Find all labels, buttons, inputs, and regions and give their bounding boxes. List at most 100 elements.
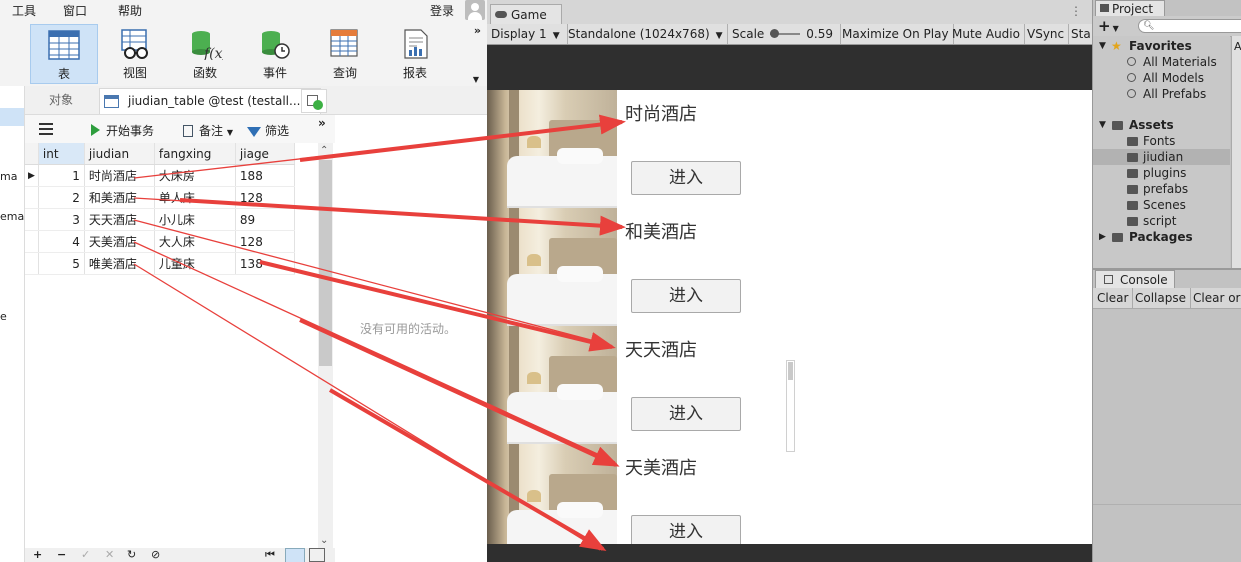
hotel-list-scrollbar-thumb[interactable] bbox=[788, 362, 793, 380]
menu-window[interactable]: 窗口 bbox=[63, 2, 87, 19]
toolbar-overflow-button[interactable]: » bbox=[318, 116, 326, 130]
cell-jiudian[interactable]: 时尚酒店 bbox=[84, 164, 155, 187]
ribbon-function-button[interactable]: f(x) 函数 bbox=[171, 24, 239, 84]
column-header-jiudian[interactable]: jiudian bbox=[84, 143, 155, 165]
ribbon-query-button[interactable]: 查询 bbox=[311, 24, 379, 84]
console-clear-on-play-button[interactable]: Clear or bbox=[1189, 288, 1241, 308]
favorites-item[interactable]: All Materials bbox=[1093, 54, 1230, 70]
grid-scrollbar[interactable]: ⌃ ⌄ bbox=[318, 143, 333, 548]
enter-button[interactable]: 进入 bbox=[631, 397, 741, 431]
cell-fangxing[interactable]: 大人床 bbox=[154, 230, 236, 253]
cell-fangxing[interactable]: 小儿床 bbox=[154, 208, 236, 231]
cell-fangxing[interactable]: 单人床 bbox=[154, 186, 236, 209]
cell-jiage[interactable]: 128 bbox=[235, 186, 295, 209]
console-collapse-button[interactable]: Collapse bbox=[1131, 288, 1191, 308]
cell-int[interactable]: 5 bbox=[38, 252, 85, 275]
ribbon-caret-icon[interactable]: ▼ bbox=[473, 75, 479, 84]
asset-folder-item[interactable]: Fonts bbox=[1093, 133, 1230, 149]
favorites-row[interactable]: ▼ ★ Favorites bbox=[1093, 38, 1230, 54]
cell-jiage[interactable]: 138 bbox=[235, 252, 295, 275]
menu-icon[interactable] bbox=[39, 123, 53, 135]
create-button[interactable]: + ▼ bbox=[1098, 17, 1119, 35]
scale-slider-handle[interactable] bbox=[770, 29, 780, 38]
new-tab-button[interactable] bbox=[301, 89, 327, 113]
cell-fangxing[interactable]: 儿童床 bbox=[154, 252, 236, 275]
enter-button[interactable]: 进入 bbox=[631, 515, 741, 544]
ribbon-view-button[interactable]: 视图 bbox=[101, 24, 169, 84]
user-avatar-icon[interactable] bbox=[465, 0, 485, 20]
stats-toggle[interactable]: Sta bbox=[1067, 24, 1092, 44]
first-page-icon[interactable]: ⏮ bbox=[265, 548, 275, 562]
enter-button[interactable]: 进入 bbox=[631, 279, 741, 313]
column-header-jiage[interactable]: jiage bbox=[235, 143, 295, 165]
table-row[interactable]: 4 天美酒店 大人床 128 bbox=[25, 230, 295, 253]
begin-transaction-button[interactable]: 开始事务 bbox=[91, 122, 154, 139]
display-dropdown[interactable]: Display 1 ▼ bbox=[487, 24, 568, 44]
apply-icon[interactable]: ✓ bbox=[81, 548, 90, 561]
add-record-icon[interactable]: + bbox=[33, 548, 42, 561]
scroll-down-icon[interactable]: ⌄ bbox=[320, 535, 328, 546]
refresh-icon[interactable]: ↻ bbox=[127, 548, 136, 561]
favorites-item[interactable]: All Models bbox=[1093, 70, 1230, 86]
column-header-fangxing[interactable]: fangxing bbox=[154, 143, 236, 165]
stop-icon[interactable]: ⊘ bbox=[151, 548, 160, 561]
ribbon-event-button[interactable]: 事件 bbox=[241, 24, 309, 84]
table-row[interactable]: 2 和美酒店 单人床 128 bbox=[25, 186, 295, 209]
cell-int[interactable]: 2 bbox=[38, 186, 85, 209]
asset-folder-item[interactable]: plugins bbox=[1093, 165, 1230, 181]
delete-record-icon[interactable]: − bbox=[57, 548, 66, 561]
asset-folder-item[interactable]: jiudian bbox=[1093, 149, 1230, 165]
tab-game[interactable]: Game bbox=[490, 4, 562, 24]
memo-button[interactable]: 备注 ▼ bbox=[183, 122, 233, 139]
scale-slider-track[interactable] bbox=[770, 29, 801, 38]
ribbon-table-button[interactable]: 表 bbox=[30, 24, 98, 84]
cell-jiage[interactable]: 128 bbox=[235, 230, 295, 253]
tab-objects[interactable]: 对象 bbox=[25, 86, 97, 114]
form-view-icon[interactable] bbox=[309, 548, 325, 562]
cell-jiudian[interactable]: 和美酒店 bbox=[84, 186, 155, 209]
tree-fragment-2[interactable]: ema bbox=[0, 210, 24, 223]
table-row[interactable]: 3 天天酒店 小儿床 89 bbox=[25, 208, 295, 231]
maximize-on-play-toggle[interactable]: Maximize On Play bbox=[838, 24, 954, 44]
grid-view-icon[interactable] bbox=[285, 548, 305, 562]
menu-tools[interactable]: 工具 bbox=[12, 2, 36, 19]
favorites-item[interactable]: All Prefabs bbox=[1093, 86, 1230, 102]
table-row[interactable]: 5 唯美酒店 儿童床 138 bbox=[25, 252, 295, 275]
discard-icon[interactable]: ✕ bbox=[105, 548, 114, 561]
vsync-toggle[interactable]: VSync bbox=[1023, 24, 1070, 44]
tree-fragment-1[interactable]: ma bbox=[0, 170, 17, 183]
table-row[interactable]: ▶ 1 时尚酒店 大床房 188 bbox=[25, 164, 295, 187]
console-divider[interactable] bbox=[1093, 504, 1241, 505]
tab-project[interactable]: Project bbox=[1095, 0, 1165, 16]
asset-folder-item[interactable]: script bbox=[1093, 213, 1230, 229]
cell-jiage[interactable]: 89 bbox=[235, 208, 295, 231]
connection-tree-selected-row[interactable] bbox=[0, 108, 24, 126]
packages-row[interactable]: ▶ Packages bbox=[1093, 229, 1230, 245]
grid-scrollbar-thumb[interactable] bbox=[319, 160, 332, 366]
enter-button[interactable]: 进入 bbox=[631, 161, 741, 195]
expand-arrow-icon[interactable]: ▶ bbox=[1099, 229, 1106, 245]
hotel-list-scrollbar[interactable] bbox=[786, 360, 795, 452]
assets-row[interactable]: ▼ Assets bbox=[1093, 117, 1230, 133]
login-link[interactable]: 登录 bbox=[430, 2, 454, 19]
tab-jiudian-table[interactable]: jiudian_table @test (testall... × bbox=[99, 88, 321, 114]
asset-folder-item[interactable]: Scenes bbox=[1093, 197, 1230, 213]
cell-jiudian[interactable]: 天美酒店 bbox=[84, 230, 155, 253]
console-clear-button[interactable]: Clear bbox=[1093, 288, 1134, 308]
resolution-dropdown[interactable]: Standalone (1024x768) ▼ bbox=[564, 24, 728, 44]
project-search-input[interactable]: 🔍︎ bbox=[1138, 19, 1241, 33]
filter-button[interactable]: 筛选 bbox=[247, 122, 289, 139]
scroll-up-icon[interactable]: ⌃ bbox=[320, 145, 328, 156]
cell-jiage[interactable]: 188 bbox=[235, 164, 295, 187]
game-options-icon[interactable]: ⋮ bbox=[1070, 4, 1082, 18]
ribbon-overflow-button[interactable]: » bbox=[474, 24, 481, 37]
scale-slider[interactable]: Scale 0.59 bbox=[728, 24, 841, 44]
expand-arrow-icon[interactable]: ▼ bbox=[1099, 38, 1106, 54]
tree-fragment-3[interactable]: e bbox=[0, 310, 7, 323]
cell-jiudian[interactable]: 唯美酒店 bbox=[84, 252, 155, 275]
ribbon-report-button[interactable]: 报表 bbox=[381, 24, 449, 84]
mute-audio-toggle[interactable]: Mute Audio bbox=[948, 24, 1025, 44]
menu-help[interactable]: 帮助 bbox=[118, 2, 142, 19]
expand-arrow-icon[interactable]: ▼ bbox=[1099, 117, 1106, 133]
cell-int[interactable]: 3 bbox=[38, 208, 85, 231]
